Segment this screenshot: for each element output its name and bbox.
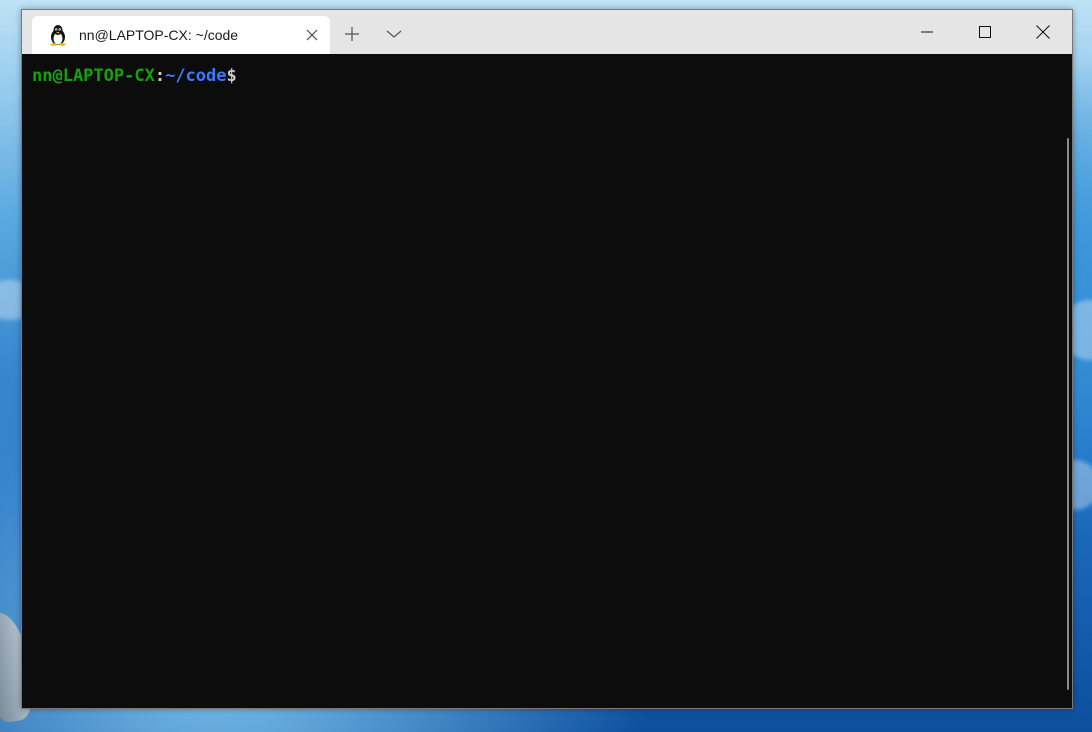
prompt-user-host: nn@LAPTOP-CX [32,66,155,86]
close-window-button[interactable] [1014,10,1072,54]
prompt-colon: : [154,66,166,86]
terminal-area[interactable]: nn@LAPTOP-CX:~/code$ [22,54,1072,708]
minimize-button[interactable] [898,10,956,54]
maximize-icon [979,26,991,38]
close-icon [1036,25,1050,39]
linux-penguin-icon [48,24,68,46]
tab-dropdown-button[interactable] [380,22,408,46]
tab-title: nn@LAPTOP-CX: ~/code [79,27,239,43]
window-controls [898,10,1072,54]
close-tab-icon[interactable] [302,25,322,45]
chevron-down-icon [386,30,402,38]
title-bar[interactable]: nn@LAPTOP-CX: ~/code [22,10,1072,54]
terminal-window: nn@LAPTOP-CX: ~/code nn@LAPTOP-CX:~/code… [21,9,1073,709]
prompt-symbol: $ [226,66,237,86]
maximize-button[interactable] [956,10,1014,54]
tab-active[interactable]: nn@LAPTOP-CX: ~/code [32,16,330,54]
minimize-icon [921,31,933,33]
new-tab-button[interactable] [338,22,366,46]
plus-icon [345,27,359,41]
prompt-path: ~/code [165,66,227,86]
shell-prompt: nn@LAPTOP-CX:~/code$ [32,66,237,86]
scrollbar[interactable] [1067,138,1069,690]
